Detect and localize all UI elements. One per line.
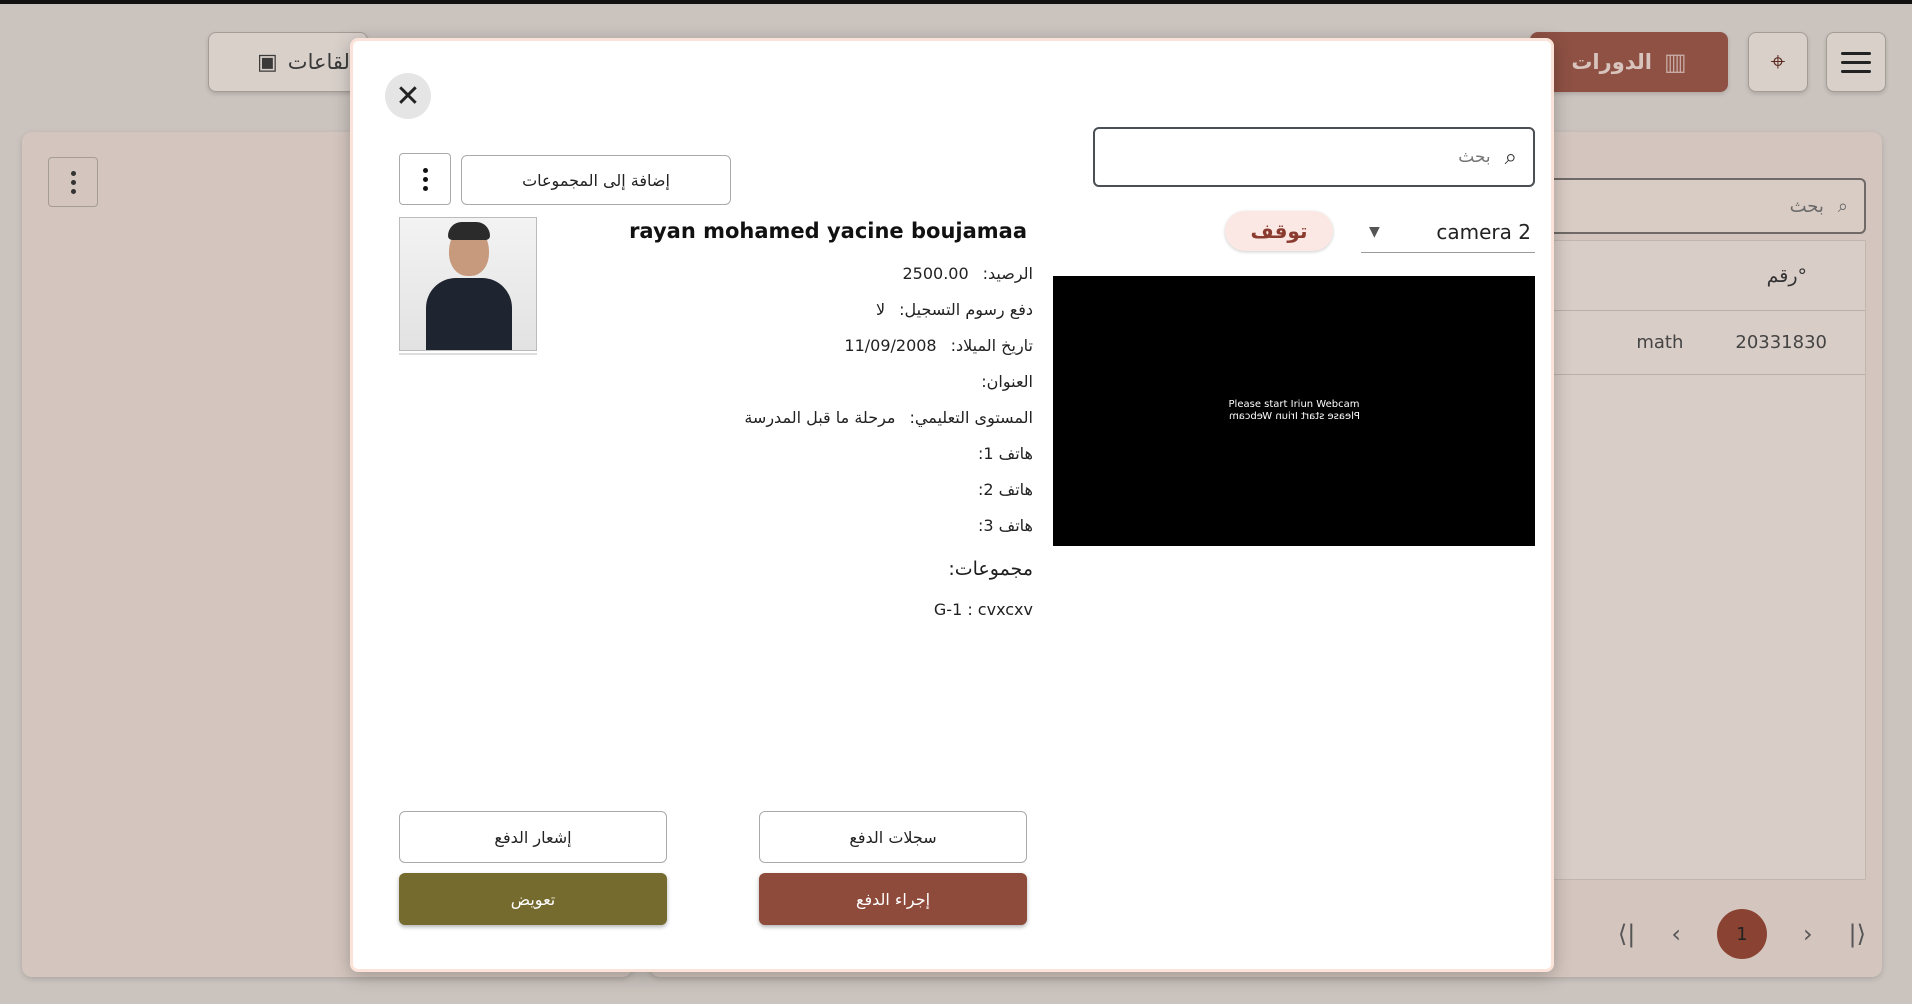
close-icon: ✕ [395, 78, 421, 114]
search-icon: ⌕ [1837, 195, 1848, 217]
phone2-label: هاتف 2: [978, 479, 1033, 499]
current-page[interactable]: 1 [1716, 909, 1767, 959]
chevron-down-icon: ▼ [1369, 223, 1380, 240]
student-info: rayan mohamed yacine boujamaa الرصيد: 25… [473, 219, 1033, 629]
phone3-row: هاتف 3: [473, 507, 1033, 543]
webcam-preview: Please start Iriun Webcam Please start I… [1053, 276, 1535, 546]
birthdate-row: تاريخ الميلاد: 11/09/2008 [473, 327, 1033, 363]
compensation-button[interactable]: تعويض [399, 873, 667, 925]
add-to-groups-button[interactable]: إضافة إلى المجموعات [461, 155, 731, 205]
number-column-header: رقم° [1766, 264, 1807, 287]
phone2-row: هاتف 2: [473, 471, 1033, 507]
hall-icon: ▣ [257, 49, 278, 75]
halls-button[interactable]: ▣ القاعات [208, 32, 368, 92]
registration-fee-row: دفع رسوم التسجيل: لا [473, 291, 1033, 327]
panel-options-button[interactable] [48, 157, 98, 207]
modal-search[interactable]: ⌕ [1093, 127, 1535, 187]
row-number: 20331830 [1735, 332, 1827, 353]
table-header: رقم° [1551, 241, 1865, 311]
books-icon: ▥ [1663, 48, 1687, 76]
registration-fee-value: لا [876, 299, 886, 319]
background-search-placeholder: بحث [1789, 195, 1824, 217]
camera-select[interactable]: ▼ camera 2 [1361, 211, 1535, 253]
pagination: ⟨| ‹ 1 › |⟩ [1550, 902, 1880, 966]
phone3-label: هاتف 3: [978, 515, 1033, 535]
webcam-message: Please start Iriun Webcam [1228, 399, 1360, 410]
phone1-label: هاتف 1: [978, 443, 1033, 463]
halls-label: القاعات [287, 50, 356, 74]
stop-camera-button[interactable]: توقف [1225, 211, 1333, 251]
courses-button[interactable]: الدورات ▥ [1530, 32, 1728, 92]
search-icon: ⌕ [1504, 144, 1517, 170]
top-edge [0, 0, 1912, 4]
student-name: rayan mohamed yacine boujamaa [629, 219, 1027, 243]
hamburger-icon [1841, 46, 1871, 79]
table-row[interactable]: math 20331830 [1551, 311, 1865, 375]
students-table: رقم° math 20331830 [1550, 240, 1866, 880]
payment-records-button[interactable]: سجلات الدفع [759, 811, 1027, 863]
balance-value: 2500.00 [902, 263, 969, 283]
prev-page-icon[interactable]: ‹ [1671, 920, 1681, 948]
level-label: المستوى التعليمي: [909, 407, 1033, 427]
address-label: العنوان: [981, 371, 1033, 391]
background-search[interactable]: بحث ⌕ [1530, 178, 1866, 234]
make-payment-button[interactable]: إجراء الدفع [759, 873, 1027, 925]
address-row: العنوان: [473, 363, 1033, 399]
scanner-icon: ⌖ [1770, 46, 1786, 77]
row-subject: math [1636, 332, 1684, 353]
balance-label: الرصيد: [982, 263, 1033, 283]
group-item: G-1 : cvxcxv [933, 599, 1033, 619]
close-button[interactable]: ✕ [385, 73, 431, 119]
camera-selected-value: camera 2 [1436, 219, 1531, 244]
last-page-icon[interactable]: |⟩ [1849, 920, 1866, 948]
student-modal: ✕ ⌕ توقف ▼ camera 2 Please start Iriun W… [350, 38, 1554, 972]
phone1-row: هاتف 1: [473, 435, 1033, 471]
webcam-message-mirrored: Please start Iriun Webcam [1228, 411, 1360, 422]
level-row: المستوى التعليمي: مرحلة ما قبل المدرسة [473, 399, 1033, 435]
menu-button[interactable] [1826, 32, 1886, 92]
birthdate-value: 11/09/2008 [844, 335, 937, 355]
next-page-icon[interactable]: › [1803, 920, 1813, 948]
payment-notice-button[interactable]: إشعار الدفع [399, 811, 667, 863]
barcode-scanner-button[interactable]: ⌖ [1748, 32, 1808, 92]
modal-search-input[interactable] [1130, 147, 1491, 167]
registration-fee-label: دفع رسوم التسجيل: [899, 299, 1033, 319]
balance-row: الرصيد: 2500.00 [473, 255, 1033, 291]
level-value: مرحلة ما قبل المدرسة [744, 407, 896, 427]
first-page-icon[interactable]: ⟨| [1618, 920, 1635, 948]
courses-label: الدورات [1571, 50, 1652, 74]
student-options-button[interactable] [399, 153, 451, 205]
groups-heading: مجموعات: [948, 558, 1033, 580]
birthdate-label: تاريخ الميلاد: [950, 335, 1033, 355]
